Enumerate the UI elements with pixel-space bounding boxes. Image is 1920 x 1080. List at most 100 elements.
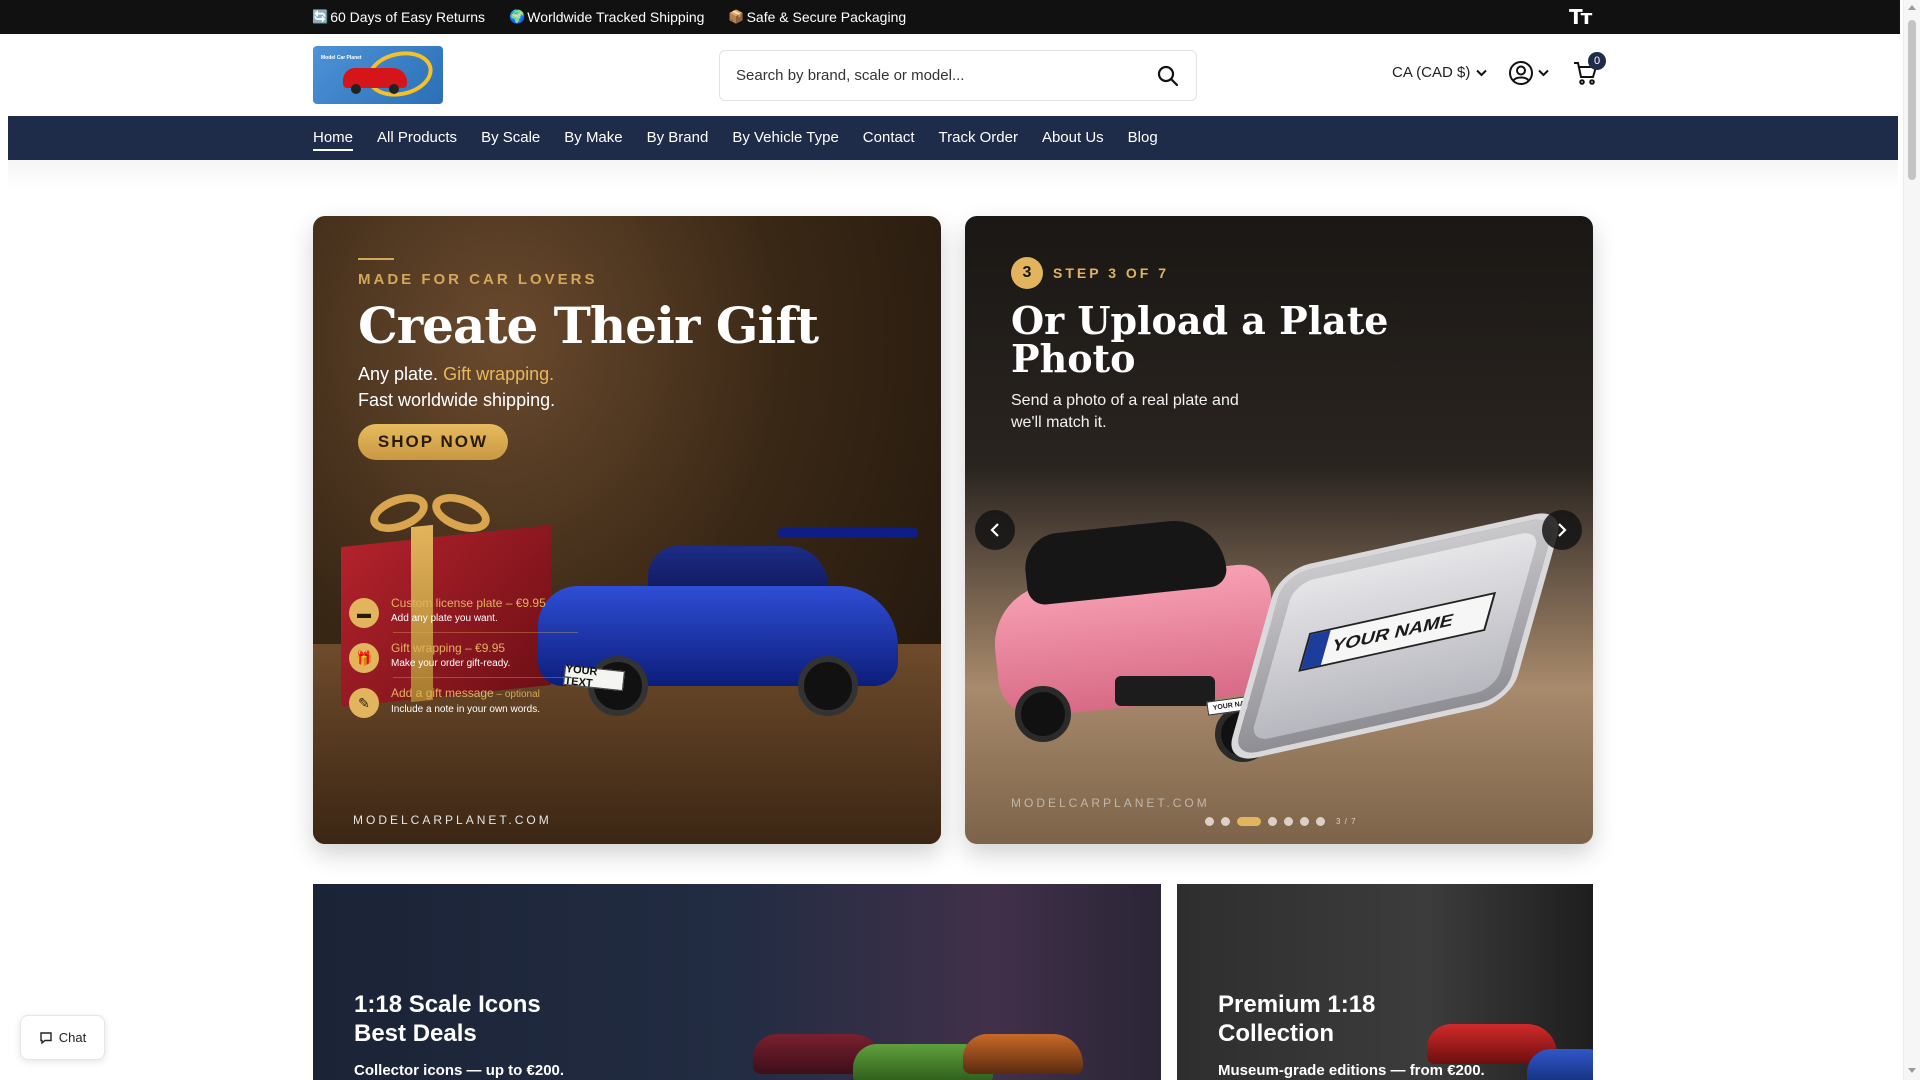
search-input[interactable]	[721, 52, 1121, 99]
nav-by-brand[interactable]: By Brand	[647, 129, 709, 151]
currency-label: CA (CAD $)	[1392, 64, 1471, 81]
scroll-up-icon[interactable]	[1908, 5, 1916, 10]
chevron-left-icon	[990, 523, 999, 537]
car-wheel	[798, 656, 858, 716]
logo-text: Model Car Planet	[321, 55, 362, 61]
site-header: Model Car Planet CA (CAD $) 0	[8, 34, 1898, 116]
step-label: STEP 3 OF 7	[1053, 265, 1169, 281]
feature-license-plate: ▬ Custom license plate – €9.95 Add any p…	[349, 596, 546, 628]
promo-scale-icons[interactable]: 1:18 Scale Icons Best Deals Collector ic…	[313, 884, 1161, 1080]
promo-subtitle: Museum-grade editions — from €200.	[1218, 1062, 1485, 1079]
cart-count-badge: 0	[1588, 52, 1606, 70]
announcement-text: 60 Days of Easy Returns	[330, 9, 486, 25]
promo-title-line: Collection	[1218, 1020, 1335, 1047]
hero-sub-highlight: Gift wrapping.	[443, 364, 555, 384]
carousel-subtitle: Send a photo of a real plate and we'll m…	[1011, 392, 1239, 431]
feature-title: Gift wrapping – €9.95	[391, 641, 506, 655]
globe-icon: 🌍	[509, 9, 526, 24]
logo-wheel	[351, 84, 361, 94]
carousel-dot[interactable]	[1237, 817, 1261, 826]
search-icon[interactable]	[1156, 64, 1180, 88]
page-scrollbar[interactable]	[1903, 0, 1920, 1080]
main-nav: Home All Products By Scale By Make By Br…	[8, 116, 1898, 160]
carousel-dot[interactable]	[1221, 817, 1230, 826]
car-license-plate: YOUR TEXT	[563, 663, 625, 692]
promo-car-orange	[963, 1034, 1083, 1074]
promo-title: Premium 1:18 Collection	[1218, 990, 1375, 1048]
promo-car-blue	[1527, 1049, 1593, 1080]
chat-button[interactable]: Chat	[20, 1015, 105, 1060]
announcement-shipping: 🌍 Worldwide Tracked Shipping	[509, 9, 704, 25]
eu-band	[1301, 630, 1331, 670]
text-size-icon[interactable]: Tт	[1569, 5, 1592, 29]
hero-title: Create Their Gift	[358, 296, 819, 355]
carousel-next-button[interactable]	[1542, 510, 1582, 550]
pencil-icon: ✎	[349, 688, 379, 718]
shop-now-button[interactable]: SHOP NOW	[358, 424, 508, 460]
account-menu[interactable]	[1508, 60, 1549, 86]
storefront-page: 🔄 60 Days of Easy Returns 🌍 Worldwide Tr…	[0, 0, 1920, 1080]
carousel-prev-button[interactable]	[975, 510, 1015, 550]
eyebrow-rule	[358, 258, 394, 260]
carousel-dot[interactable]	[1268, 817, 1277, 826]
chevron-down-icon	[1476, 69, 1488, 76]
feature-desc: Make your order gift-ready.	[391, 658, 511, 669]
promo-premium-collection[interactable]: Premium 1:18 Collection Museum-grade edi…	[1177, 884, 1593, 1080]
chat-label: Chat	[58, 1030, 87, 1045]
hero-sub-line2: Fast worldwide shipping.	[358, 390, 556, 410]
carousel-dot[interactable]	[1316, 817, 1325, 826]
scrollbar-thumb[interactable]	[1908, 20, 1916, 180]
carousel-dots: 3 / 7	[1205, 817, 1357, 826]
feature-title: Custom license plate – €9.95	[391, 596, 546, 610]
nav-shadow	[8, 160, 1898, 190]
step-indicator: 3 STEP 3 OF 7	[1011, 257, 1169, 289]
announcement-packaging: 📦 Safe & Secure Packaging	[728, 9, 906, 25]
card-icon: ▬	[349, 598, 379, 628]
nav-track-order[interactable]: Track Order	[939, 129, 1018, 151]
car-spoiler	[778, 528, 918, 538]
hero-carousel: 3 STEP 3 OF 7 Or Upload a Plate Photo Se…	[965, 216, 1593, 844]
scroll-down-icon[interactable]	[1908, 1068, 1916, 1073]
carousel-domain: MODELCARPLANET.COM	[1011, 796, 1210, 810]
car-wheel	[1015, 686, 1071, 742]
nav-home[interactable]: Home	[313, 129, 354, 151]
store-logo[interactable]: Model Car Planet	[313, 46, 443, 104]
promo-title-line: Best Deals	[354, 1020, 477, 1047]
nav-by-make[interactable]: By Make	[564, 129, 622, 151]
hero-domain: MODELCARPLANET.COM	[353, 813, 552, 827]
nav-all-products[interactable]: All Products	[377, 129, 457, 151]
feature-optional: – optional	[493, 689, 540, 700]
promo-title-line: 1:18 Scale Icons	[354, 991, 541, 1018]
nav-about-us[interactable]: About Us	[1042, 129, 1104, 151]
nav-by-vehicle-type[interactable]: By Vehicle Type	[732, 129, 838, 151]
hero-eyebrow: MADE FOR CAR LOVERS	[358, 271, 598, 288]
package-icon: 📦	[728, 9, 745, 24]
step-number: 3	[1011, 257, 1043, 289]
hero-subtitle: Any plate. Gift wrapping. Fast worldwide…	[358, 361, 555, 413]
nav-blog[interactable]: Blog	[1128, 129, 1158, 151]
feature-desc: Include a note in your own words.	[391, 704, 540, 715]
search-box	[719, 50, 1197, 101]
nav-by-scale[interactable]: By Scale	[481, 129, 540, 151]
carousel-dot[interactable]	[1284, 817, 1293, 826]
hero-gift-banner[interactable]: MADE FOR CAR LOVERS Create Their Gift An…	[313, 216, 941, 844]
currency-selector[interactable]: CA (CAD $)	[1392, 64, 1488, 81]
gift-icon: 🎁	[349, 643, 379, 673]
promo-subtitle: Collector icons — up to €200.	[354, 1062, 565, 1079]
chat-bubble-icon	[40, 1031, 52, 1044]
carousel-dot[interactable]	[1300, 817, 1309, 826]
feature-gift-message: ✎ Add a gift message – optional Include …	[349, 686, 540, 718]
car-grille	[1115, 676, 1215, 706]
promo-title: 1:18 Scale Icons Best Deals	[354, 990, 541, 1048]
feature-title: Add a gift message – optional	[391, 686, 540, 702]
nav-contact[interactable]: Contact	[863, 129, 915, 151]
feature-divider	[393, 677, 578, 678]
blue-model-car-image: YOUR TEXT	[528, 516, 918, 716]
carousel-dot[interactable]	[1205, 817, 1214, 826]
phone-plate: YOUR NAME	[1298, 591, 1497, 672]
cart-button[interactable]: 0	[1572, 52, 1608, 92]
feature-divider	[393, 632, 578, 633]
hero-sub-text: Any plate.	[358, 364, 444, 384]
feature-gift-wrapping: 🎁 Gift wrapping – €9.95 Make your order …	[349, 641, 510, 673]
slide-counter: 3 / 7	[1336, 817, 1357, 826]
